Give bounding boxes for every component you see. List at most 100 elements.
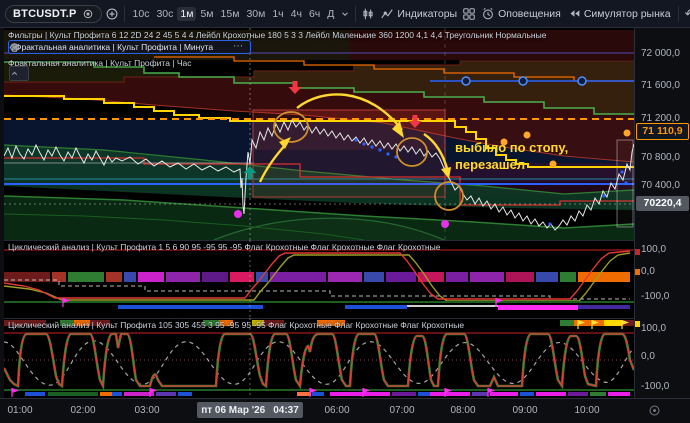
blue-signal-dot xyxy=(354,138,357,141)
heat-segment xyxy=(536,392,566,396)
price-axis[interactable]: 71 110,9 70220,4 72 000,071 600,071 200,… xyxy=(634,28,690,398)
timeframe-30с[interactable]: 30с xyxy=(153,7,176,21)
timeframe-1ч[interactable]: 1ч xyxy=(269,7,286,21)
heat-segment xyxy=(386,272,416,282)
time-tick-label: 08:00 xyxy=(450,405,475,416)
time-tick-label: 01:00 xyxy=(7,405,32,416)
crosshair-time-label: пт 06 Мар '26 04:37 xyxy=(197,402,303,418)
heat-segment xyxy=(364,272,384,282)
magenta-signal-dot xyxy=(234,210,242,218)
symbol-button[interactable]: BTCUSDT.P xyxy=(5,5,102,23)
tradingview-window: BTCUSDT.P 10с30с1м5м15м30м1ч4ч6чД Индика… xyxy=(0,0,690,423)
timeframe-15м[interactable]: 15м xyxy=(218,7,243,21)
heat-segment xyxy=(470,272,504,282)
time-axis-settings-icon[interactable] xyxy=(648,404,661,417)
collapse-pane-button[interactable] xyxy=(9,66,29,81)
heat-segment xyxy=(520,392,534,396)
heat-segment xyxy=(297,392,311,396)
ray-anchor-point[interactable] xyxy=(519,77,527,85)
divider xyxy=(355,6,356,22)
heat-segment xyxy=(608,392,630,396)
orange-signal-dot xyxy=(624,130,631,137)
legend-filters[interactable]: Фильтры | Культ Профита 6 12 2D 24 2 45 … xyxy=(8,30,546,40)
alert-clock-icon xyxy=(481,7,495,21)
ray-anchor-point[interactable] xyxy=(462,77,470,85)
timeframe-4ч[interactable]: 4ч xyxy=(288,7,305,21)
heat-segment xyxy=(312,392,324,396)
annotation-text-line1[interactable]: выбило по стопу, xyxy=(455,140,568,155)
heat-segment xyxy=(536,272,558,282)
legend-cycle-1[interactable]: Циклический анализ | Культ Профита 1 5 6… xyxy=(8,242,440,252)
timeframe-1м[interactable]: 1м xyxy=(177,7,196,21)
heat-segment xyxy=(178,392,192,396)
price-tick-label: 72 000,0 xyxy=(641,48,680,60)
timeframe-6ч[interactable]: 6ч xyxy=(306,7,323,21)
panel-tick-label: -100,0 xyxy=(641,381,669,393)
heat-segment xyxy=(124,272,136,282)
heat-segment xyxy=(118,305,263,309)
heat-segment xyxy=(202,272,228,282)
chart-area[interactable]: выбило по стопу, перезашел xyxy=(4,28,634,398)
divider xyxy=(124,6,125,22)
axis-edge-mark xyxy=(635,321,640,327)
rewind-icon xyxy=(568,7,581,20)
blue-signal-dot xyxy=(548,222,551,225)
legend-fractal-minute-label: Фрактальная аналитика | Культ Профита | … xyxy=(15,42,213,52)
crosshair-date: пт 06 Мар '26 xyxy=(201,405,265,416)
panel-tick-label: -100,0 xyxy=(641,291,669,303)
timeframe-30м[interactable]: 30м xyxy=(243,7,268,21)
price-tick-label: 71 600,0 xyxy=(641,80,680,92)
blue-signal-dot xyxy=(602,194,605,197)
compare-add-icon[interactable] xyxy=(105,7,119,21)
legend-cycle-2[interactable]: Циклический анализ | Культ Профита 105 3… xyxy=(8,320,464,330)
price-tick-label: 70 400,0 xyxy=(641,180,680,192)
timeframe-5м[interactable]: 5м xyxy=(197,7,216,21)
magenta-signal-dot xyxy=(441,220,449,228)
indicators-icon xyxy=(380,7,394,21)
symbol-target-icon[interactable] xyxy=(82,8,94,20)
indicators-button[interactable]: Индикаторы xyxy=(378,7,459,21)
heat-segment xyxy=(560,272,576,282)
time-axis[interactable]: пт 06 Мар '26 04:37 01:0002:0003:0006:00… xyxy=(0,398,690,423)
alerts-button[interactable]: Оповещения xyxy=(479,7,563,21)
time-tick-label: 10:00 xyxy=(574,405,599,416)
top-toolbar: BTCUSDT.P 10с30с1м5м15м30м1ч4ч6чД Индика… xyxy=(0,0,690,28)
timeframe-10с[interactable]: 10с xyxy=(130,7,153,21)
indicators-label: Индикаторы xyxy=(397,8,457,20)
blue-signal-dot xyxy=(370,145,373,148)
time-tick-label: 06:00 xyxy=(324,405,349,416)
panel-tick-label: 100,0 xyxy=(641,323,666,335)
legend-fractal-hour[interactable]: Фрактальная аналитика | Культ Профита | … xyxy=(8,58,192,68)
heat-segment xyxy=(166,272,200,282)
legend-fractal-minute[interactable]: Фрактальная аналитика | Культ Профита | … xyxy=(8,40,251,54)
alerts-label: Оповещения xyxy=(498,8,561,20)
orange-signal-dot xyxy=(524,132,531,139)
orange-signal-dot xyxy=(550,161,557,168)
undo-icon[interactable]: ↶ xyxy=(684,7,690,20)
heat-segment xyxy=(490,392,518,396)
heat-segment xyxy=(100,392,112,396)
cycle-panel-2[interactable] xyxy=(4,318,634,398)
timeframe-Д[interactable]: Д xyxy=(324,7,337,21)
blue-signal-dot xyxy=(378,148,381,151)
heat-segment xyxy=(578,305,630,309)
annotation-text-line2[interactable]: перезашел xyxy=(455,157,525,172)
symbol-name[interactable]: BTCUSDT.P xyxy=(13,8,77,20)
panel-tick-label: 0,0 xyxy=(641,266,655,278)
heat-segment xyxy=(68,272,104,282)
divider xyxy=(678,6,679,22)
heat-segment xyxy=(156,392,176,396)
heat-segment xyxy=(407,305,498,307)
heat-segment xyxy=(418,272,444,282)
chart-style-icon[interactable] xyxy=(361,7,375,21)
p2-heatmap-row xyxy=(4,272,630,282)
heat-segment xyxy=(25,392,45,396)
layout-grid-icon[interactable] xyxy=(462,7,476,21)
heat-segment xyxy=(418,392,430,396)
market-simulator-button[interactable]: Симулятор рынка xyxy=(566,7,673,20)
heat-segment xyxy=(328,272,362,282)
ray-anchor-point[interactable] xyxy=(578,77,586,85)
heat-segment xyxy=(112,392,122,396)
price-tick-label: 70 800,0 xyxy=(641,152,680,164)
timeframe-dropdown-icon[interactable] xyxy=(340,9,350,19)
